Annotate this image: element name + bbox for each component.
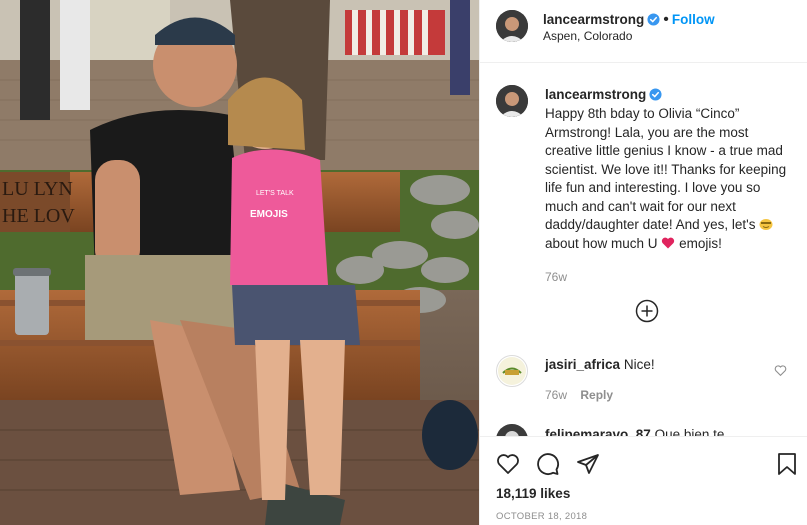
bookmark-icon: [778, 453, 796, 475]
caption-author-avatar[interactable]: [496, 85, 528, 117]
post-location[interactable]: Aspen, Colorado: [543, 29, 632, 43]
likes-count[interactable]: 18,119 likes: [496, 486, 570, 501]
post-actions: 18,119 likes OCTOBER 18, 2018: [480, 436, 807, 525]
comment-item: jasiri_africa Nice! 76w Reply: [545, 356, 765, 402]
caption-username[interactable]: lancearmstrong: [545, 87, 646, 102]
share-icon: [577, 454, 599, 474]
face-emoji-icon: [759, 219, 773, 230]
separator-dot: •: [663, 11, 669, 28]
comment-like-button[interactable]: [774, 364, 787, 382]
comment-item: felipemaravo_87 Que bien te: [545, 426, 724, 436]
comment-username[interactable]: jasiri_africa: [545, 357, 620, 372]
comment-button[interactable]: [536, 452, 560, 481]
comments-list[interactable]: lancearmstrong Happy 8th bday to Olivia …: [480, 64, 807, 436]
caption-text-part1: Happy 8th bday to Olivia “Cinco” Armstro…: [545, 106, 787, 232]
save-button[interactable]: [776, 452, 798, 481]
caption-text: Happy 8th bday to Olivia “Cinco” Armstro…: [545, 105, 795, 253]
svg-text:LET'S TALK: LET'S TALK: [256, 190, 294, 197]
comment-text: Que bien te: [654, 427, 725, 436]
author-username[interactable]: lancearmstrong: [543, 12, 644, 27]
post-side-panel: lancearmstrong • Follow Aspen, Colorado la…: [479, 0, 807, 525]
like-button[interactable]: [496, 452, 520, 481]
comment-avatar[interactable]: [496, 424, 528, 436]
comment-avatar[interactable]: [496, 355, 528, 387]
post-header: lancearmstrong • Follow Aspen, Colorado: [480, 0, 807, 63]
svg-text:LU LYN: LU LYN: [2, 178, 73, 200]
post-photo-image: LU LYN HE LOV LET'S TALK EMOJIS: [0, 0, 479, 525]
post-photo[interactable]: LU LYN HE LOV LET'S TALK EMOJIS: [0, 0, 479, 525]
comment-reply-button[interactable]: Reply: [580, 388, 613, 402]
heart-outline-icon: [774, 365, 787, 377]
load-more-comments-button[interactable]: [635, 299, 659, 328]
verified-badge-icon: [649, 88, 662, 101]
share-button[interactable]: [576, 452, 600, 481]
caption-time[interactable]: 76w: [545, 270, 795, 284]
caption-text-part2: about how much U: [545, 235, 658, 251]
comment-text: Nice!: [623, 357, 655, 372]
caption-text-part3: emojis!: [679, 235, 722, 251]
heart-icon: [497, 454, 519, 474]
plus-circle-icon: [635, 299, 659, 323]
svg-text:EMOJIS: EMOJIS: [250, 209, 288, 220]
comment-username[interactable]: felipemaravo_87: [545, 427, 651, 436]
svg-text:HE LOV: HE LOV: [2, 205, 75, 227]
post-date[interactable]: OCTOBER 18, 2018: [496, 511, 587, 522]
verified-badge-icon: [647, 13, 660, 26]
follow-button[interactable]: Follow: [672, 12, 715, 27]
comment-icon: [537, 453, 559, 475]
author-avatar[interactable]: [496, 10, 528, 42]
caption: lancearmstrong Happy 8th bday to Olivia …: [545, 86, 795, 284]
comment-time[interactable]: 76w: [545, 388, 567, 402]
red-heart-emoji-icon: [662, 237, 675, 248]
